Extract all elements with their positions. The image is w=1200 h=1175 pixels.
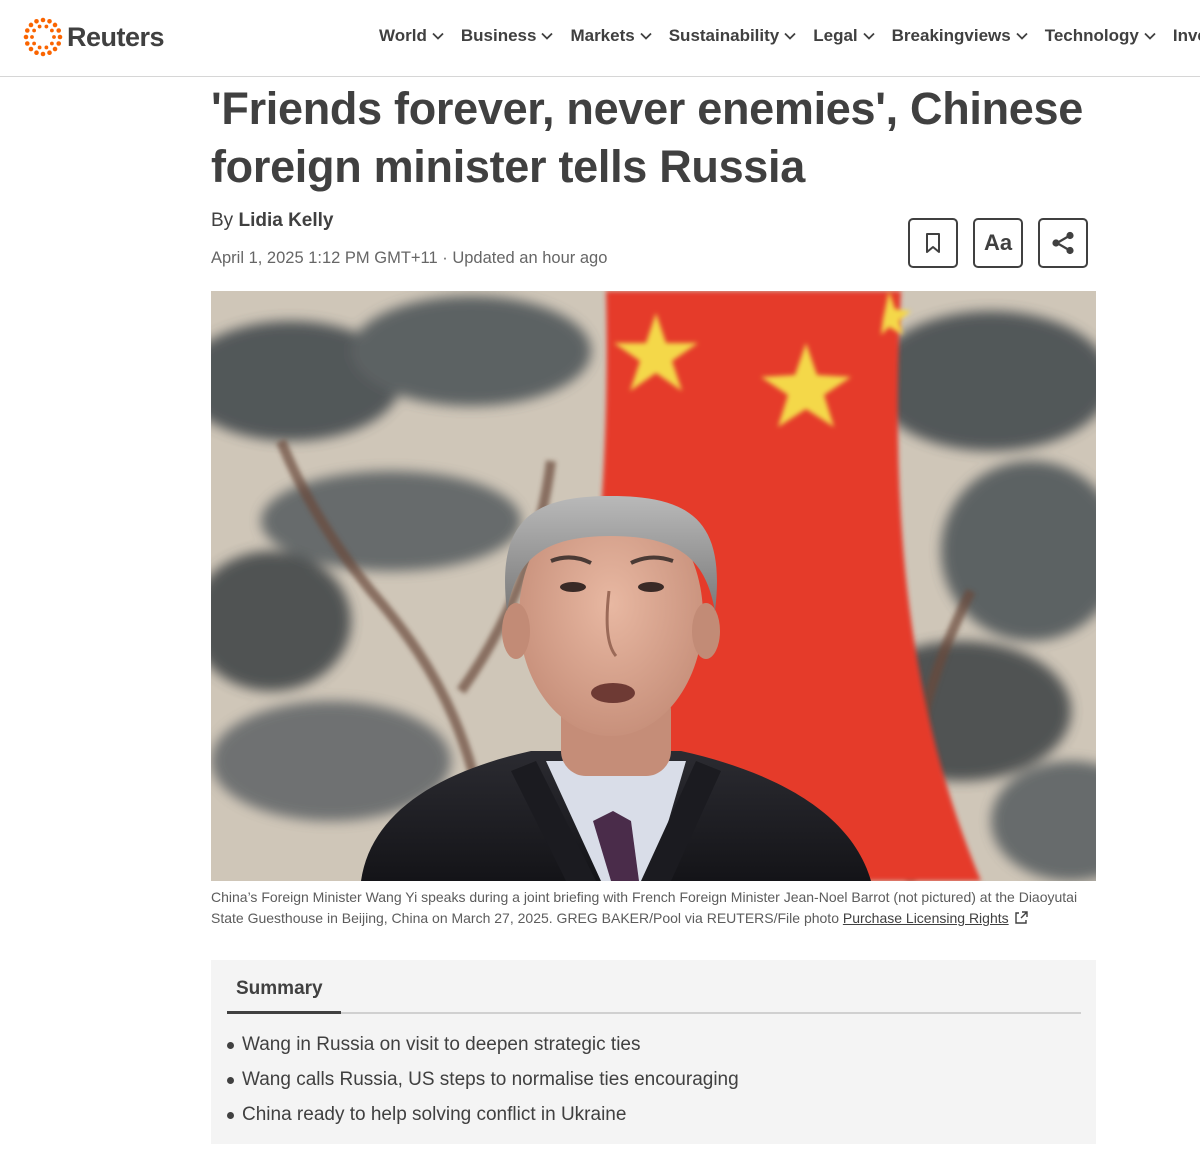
text-size-label: Aa — [983, 230, 1013, 255]
nav-item-breakingviews[interactable]: Breakingviews — [892, 26, 1029, 46]
logo-dot — [50, 41, 54, 46]
share-button[interactable] — [1038, 218, 1088, 268]
article-headline: 'Friends forever, never enemies', Chines… — [211, 83, 1083, 192]
logo-dot — [37, 24, 42, 29]
bookmark-button[interactable] — [908, 218, 958, 268]
chevron-down-icon — [863, 32, 875, 40]
logo-dot — [32, 28, 36, 33]
summary-point: China ready to help solving conflict in … — [227, 1102, 739, 1137]
logo-dot — [56, 28, 62, 33]
bullet — [227, 1077, 234, 1084]
chevron-down-icon — [1144, 32, 1156, 40]
summary-divider — [227, 1012, 1081, 1014]
summary-tab[interactable]: Summary — [236, 978, 323, 1000]
logo-dot — [44, 24, 49, 29]
lead-photo-image — [211, 291, 1096, 881]
reuters-logo[interactable]: Reuters — [22, 16, 165, 58]
nav-item-technology[interactable]: Technology — [1045, 26, 1157, 46]
logo-dot — [47, 18, 52, 24]
article-dateline: April 1, 2025 1:12 PM GMT+11 · Updated a… — [211, 249, 608, 267]
byline: By Lidia Kelly — [211, 210, 334, 232]
summary-point: Wang calls Russia, US steps to normalise… — [227, 1067, 739, 1102]
bullet — [227, 1112, 234, 1119]
main-nav: World Business Markets Sustainability Le… — [379, 26, 1200, 46]
summary-tab-indicator — [227, 1011, 341, 1014]
summary-box: Summary Wang in Russia on visit to deepe… — [211, 960, 1096, 1144]
logo-dot — [52, 35, 56, 39]
nav-item-world[interactable]: World — [379, 26, 445, 46]
summary-point: Wang in Russia on visit to deepen strate… — [227, 1032, 739, 1067]
chevron-down-icon — [1016, 32, 1028, 40]
logo-dot — [24, 41, 30, 46]
logo-dot — [50, 28, 54, 33]
text-size-button[interactable]: Aa — [973, 218, 1023, 268]
external-link-icon[interactable] — [1013, 910, 1029, 926]
bookmark-icon — [926, 233, 940, 253]
nav-item-label: Investi — [1172, 26, 1200, 45]
logo-dot — [44, 45, 49, 50]
logo-dot — [28, 46, 34, 52]
nav-item-label: Breakingviews — [891, 26, 1011, 45]
logo-dot — [40, 17, 46, 23]
chevron-down-icon — [640, 32, 652, 40]
logo-dot — [47, 50, 52, 56]
nav-item-label: Legal — [813, 26, 858, 45]
summary-list: Wang in Russia on visit to deepen strate… — [227, 1032, 739, 1137]
bullet — [227, 1042, 234, 1049]
logo-dot — [40, 51, 46, 57]
byline-prefix: By — [211, 210, 234, 231]
photo-caption: China’s Foreign Minister Wang Yi speaks … — [211, 887, 1096, 929]
nav-item-label: World — [379, 26, 427, 45]
logo-dot — [37, 45, 42, 50]
logo-dot — [34, 50, 39, 56]
logo-dot — [57, 34, 63, 40]
logo-dot — [52, 46, 58, 52]
logo-dot — [23, 34, 29, 40]
nav-item-label: Markets — [570, 26, 635, 45]
purchase-licensing-link[interactable]: Purchase Licensing Rights — [843, 910, 1009, 926]
brand-name: Reuters — [67, 21, 165, 52]
chevron-down-icon — [432, 32, 444, 40]
share-icon — [1052, 231, 1074, 255]
logo-dot — [30, 35, 34, 39]
article-tools: Aa — [908, 218, 1088, 268]
nav-item-label: Sustainability — [668, 26, 780, 45]
logo-dot — [24, 28, 30, 33]
chevron-down-icon — [784, 32, 796, 40]
logo-dot — [52, 22, 58, 28]
reuters-dots-icon — [23, 17, 63, 57]
nav-item-sustainability[interactable]: Sustainability — [669, 26, 798, 46]
nav-item-business[interactable]: Business — [461, 26, 555, 46]
nav-item-markets[interactable]: Markets — [570, 26, 652, 46]
summary-point-text: China ready to help solving conflict in … — [242, 1104, 627, 1125]
nav-item-label: Technology — [1044, 26, 1139, 45]
nav-item-investigations[interactable]: Investi — [1173, 26, 1200, 46]
summary-point-text: Wang in Russia on visit to deepen strate… — [242, 1034, 641, 1055]
site-header: Reuters World Business Markets Sustainab… — [0, 0, 1200, 77]
logo-dot — [56, 41, 62, 46]
lead-photo — [211, 291, 1096, 881]
logo-dot — [34, 18, 39, 24]
nav-item-label: Business — [460, 26, 537, 45]
logo-dot — [32, 41, 36, 46]
nav-item-legal[interactable]: Legal — [813, 26, 875, 46]
logo-dot — [28, 22, 34, 28]
chevron-down-icon — [541, 32, 554, 40]
summary-point-text: Wang calls Russia, US steps to normalise… — [242, 1069, 739, 1090]
author-link[interactable]: Lidia Kelly — [238, 210, 333, 231]
